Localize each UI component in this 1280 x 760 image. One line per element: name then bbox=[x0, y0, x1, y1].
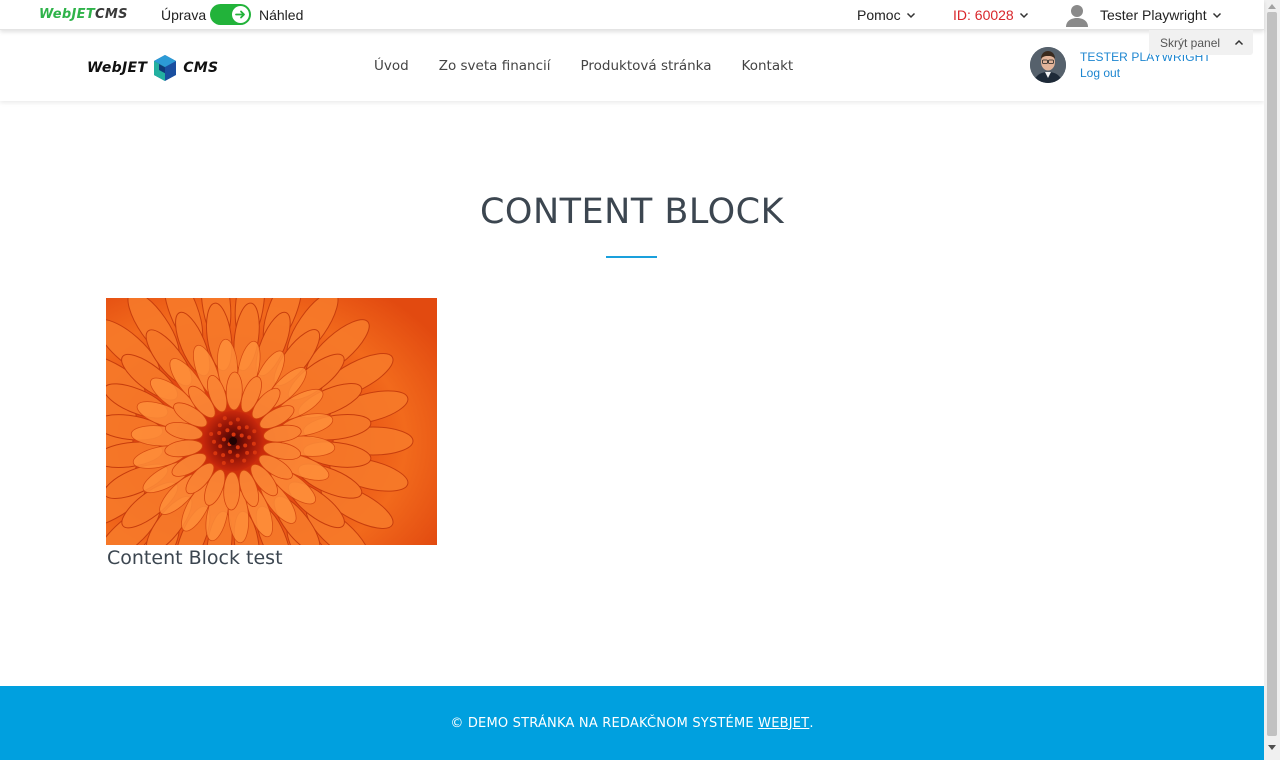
toggle-arrow-icon bbox=[232, 6, 249, 23]
footer-suffix: . bbox=[809, 715, 814, 731]
mode-preview-label[interactable]: Náhled bbox=[259, 7, 303, 23]
webjet-cube-icon bbox=[154, 55, 177, 81]
admin-toolbar: WebJETCMS Úprava Náhled Pomoc ID: 60028 … bbox=[0, 0, 1264, 30]
footer-webjet-link[interactable]: WEBJET bbox=[758, 716, 809, 731]
title-divider bbox=[606, 256, 657, 258]
chevron-up-icon bbox=[1235, 39, 1244, 45]
chevron-down-icon bbox=[906, 12, 915, 19]
site-logo[interactable]: WebJET CMS bbox=[87, 54, 218, 82]
avatar bbox=[1030, 47, 1066, 83]
logo-part-webjet: WebJET bbox=[39, 7, 96, 22]
nav-item-zo-sveta-financii[interactable]: Zo sveta financií bbox=[439, 58, 551, 74]
page-title: CONTENT BLOCK bbox=[479, 192, 785, 232]
edit-preview-toggle[interactable] bbox=[210, 4, 251, 25]
site-footer: © DEMO STRÁNKA NA REDAKČNOM SYSTÉME WEBJ… bbox=[0, 686, 1264, 760]
user-icon bbox=[1066, 5, 1088, 27]
logout-link[interactable]: Log out bbox=[1080, 66, 1211, 80]
logo-part-cms: CMS bbox=[95, 7, 128, 22]
help-menu-label: Pomoc bbox=[857, 7, 901, 23]
nav-item-kontakt[interactable]: Kontakt bbox=[742, 58, 794, 74]
user-menu-label: Tester Playwright bbox=[1100, 7, 1207, 23]
main-nav: Úvod Zo sveta financií Produktová stránk… bbox=[374, 58, 793, 74]
site-logo-webjet: WebJET bbox=[87, 60, 148, 76]
chevron-down-icon bbox=[1019, 12, 1028, 19]
chevron-down-icon bbox=[1212, 12, 1221, 19]
hide-panel-button[interactable]: Skrýt panel bbox=[1149, 30, 1253, 55]
page-id-menu[interactable]: ID: 60028 bbox=[953, 7, 1029, 23]
site-header: WebJET CMS Úvod Zo sveta financií Produk… bbox=[0, 30, 1264, 101]
hide-panel-label: Skrýt panel bbox=[1160, 35, 1221, 50]
webjet-admin-logo[interactable]: WebJETCMS bbox=[39, 7, 128, 23]
scroll-down-arrow-icon[interactable] bbox=[1264, 742, 1280, 754]
page-id-label: ID: 60028 bbox=[953, 7, 1014, 23]
page-scrollbar[interactable] bbox=[1264, 0, 1280, 760]
scroll-up-arrow-icon[interactable] bbox=[1264, 0, 1280, 12]
user-menu[interactable]: Tester Playwright bbox=[1066, 3, 1222, 27]
nav-item-produktova-stranka[interactable]: Produktová stránka bbox=[581, 58, 712, 74]
help-menu[interactable]: Pomoc bbox=[857, 7, 916, 23]
nav-item-uvod[interactable]: Úvod bbox=[374, 58, 409, 74]
scroll-thumb[interactable] bbox=[1267, 12, 1277, 736]
mode-edit-label[interactable]: Úprava bbox=[161, 7, 206, 23]
content-block-image bbox=[106, 298, 437, 545]
site-logo-cms: CMS bbox=[183, 60, 219, 76]
footer-text: © DEMO STRÁNKA NA REDAKČNOM SYSTÉME bbox=[450, 715, 754, 731]
content-block-caption: Content Block test bbox=[107, 547, 283, 569]
